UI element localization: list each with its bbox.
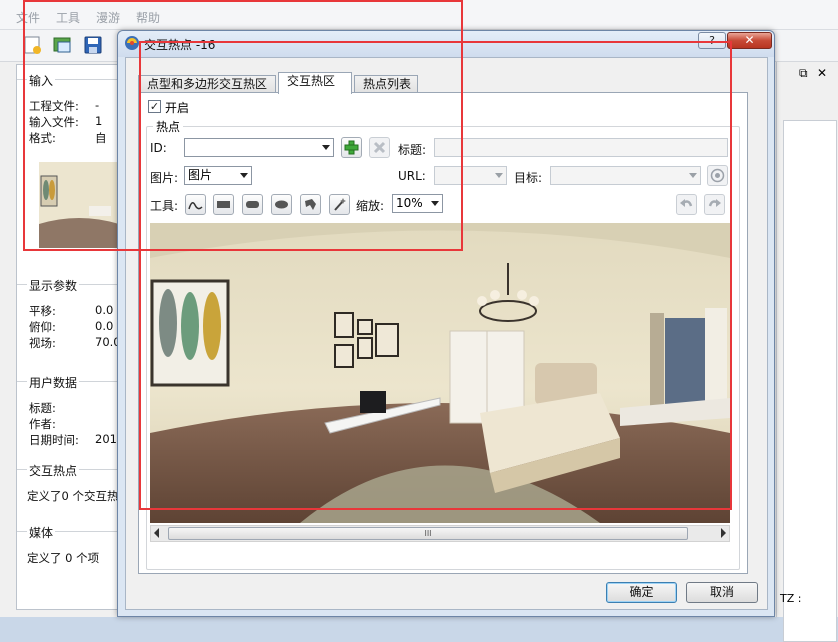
undo-icon xyxy=(680,199,693,207)
url-combo[interactable] xyxy=(434,166,507,185)
user-title-row: 标题: xyxy=(29,401,56,415)
fov-row: 视场: 70.00 xyxy=(29,335,128,350)
hotspot-dialog: 交互热点 -16 ? ✕ 点型和多边形交互热区 交互热区 热点列表 ✓ 开启 热… xyxy=(117,30,775,617)
menu-tools[interactable]: 工具 xyxy=(56,9,80,26)
rectangle-icon xyxy=(217,201,230,208)
delete-x-icon xyxy=(373,141,386,154)
tab-hotspot-areas[interactable]: 交互热区 xyxy=(278,72,352,94)
menu-bar: 文件 工具 漫游 帮助 xyxy=(0,0,838,30)
tool-rectangle[interactable] xyxy=(213,194,234,215)
tool-polygon[interactable] xyxy=(300,194,321,215)
dialog-title: 交互热点 -16 xyxy=(144,38,216,52)
hotspots-summary-group: 交互热点 定义了0 个交互热 xyxy=(17,462,121,503)
close-panel-icon[interactable]: ✕ xyxy=(817,66,827,80)
close-dialog-button[interactable]: ✕ xyxy=(727,32,772,49)
media-group: 媒体 定义了 0 个项 xyxy=(17,524,121,565)
ok-button[interactable]: 确定 xyxy=(606,582,677,603)
hotspot-areas-page: ✓ 开启 热点 ID: 标题: 图片: 图片 URL: 目标: 工具: 缩放: … xyxy=(138,92,748,574)
menu-help[interactable]: 帮助 xyxy=(136,9,160,26)
input-group: 输入 工程文件: - 输入文件: 1 格式: 自 xyxy=(17,72,121,259)
panorama-hscrollbar[interactable]: III xyxy=(150,525,730,542)
display-group: 显示参数 平移: 0.0 俯仰: 0.0 视场: 70.00 xyxy=(17,277,128,350)
hotspots-summary-title: 交互热点 xyxy=(27,462,80,479)
panorama-thumbnail xyxy=(39,162,119,248)
tools-label: 工具: xyxy=(150,199,179,213)
enable-checkbox[interactable]: ✓ xyxy=(148,100,161,113)
tool-curve[interactable] xyxy=(185,194,206,215)
target-combo[interactable] xyxy=(550,166,701,185)
right-panel-content xyxy=(783,120,837,642)
open-icon[interactable] xyxy=(52,34,74,56)
rounded-rectangle-icon xyxy=(246,201,259,208)
input-file-row: 输入文件: 1 xyxy=(29,114,103,129)
undo-button[interactable] xyxy=(676,194,697,215)
id-combo[interactable] xyxy=(184,138,334,157)
id-label: ID: xyxy=(150,141,167,155)
redo-button[interactable] xyxy=(704,194,725,215)
project-file-row: 工程文件: - xyxy=(29,98,100,113)
polygon-icon xyxy=(305,199,316,210)
cancel-button[interactable]: 取消 xyxy=(686,582,758,603)
add-hotspot-button[interactable] xyxy=(341,137,362,158)
tool-ellipse[interactable] xyxy=(271,194,292,215)
scroll-left-arrow[interactable] xyxy=(154,528,159,538)
image-combo[interactable]: 图片 xyxy=(184,166,252,185)
delete-hotspot-button[interactable] xyxy=(369,137,390,158)
menu-file[interactable]: 文件 xyxy=(16,9,40,26)
pan-row: 平移: 0.0 xyxy=(29,303,114,318)
tool-rounded-rectangle[interactable] xyxy=(242,194,263,215)
title-input[interactable] xyxy=(434,138,728,157)
target-label: 目标: xyxy=(514,171,543,185)
app-logo-icon xyxy=(124,35,140,51)
display-group-title: 显示参数 xyxy=(27,277,80,294)
target-icon xyxy=(710,168,725,183)
zoom-label: 缩放: xyxy=(356,199,385,213)
dialog-title-bar[interactable]: 交互热点 -16 ? ✕ xyxy=(118,31,774,57)
right-dock: ⧉ ✕ TZ : xyxy=(776,62,838,642)
panorama-canvas[interactable] xyxy=(150,223,730,523)
media-group-title: 媒体 xyxy=(27,524,56,541)
user-data-group: 用户数据 标题: 作者: 日期时间: 201 xyxy=(17,374,121,447)
dialog-body: 点型和多边形交互热区 交互热区 热点列表 ✓ 开启 热点 ID: 标题: 图片:… xyxy=(125,57,768,610)
ellipse-icon xyxy=(275,200,288,209)
float-panel-icon[interactable]: ⧉ xyxy=(799,66,808,81)
url-label: URL: xyxy=(398,169,426,183)
zoom-combo[interactable]: 10% xyxy=(392,194,443,213)
menu-roam[interactable]: 漫游 xyxy=(96,9,120,26)
curve-icon xyxy=(188,202,203,210)
hotspot-group-title: 热点 xyxy=(153,118,184,135)
user-data-group-title: 用户数据 xyxy=(27,374,80,391)
hotspots-summary-text: 定义了0 个交互热 xyxy=(27,489,119,503)
redo-icon xyxy=(708,199,721,207)
properties-panel: 输入 工程文件: - 输入文件: 1 格式: 自 显示参数 平移: 0.0 俯仰: 0.0… xyxy=(16,64,128,610)
magic-wand-icon xyxy=(334,198,346,211)
scroll-thumb[interactable]: III xyxy=(168,527,688,540)
title-label: 标题: xyxy=(398,143,427,157)
tilt-row: 俯仰: 0.0 xyxy=(29,319,114,334)
hotspot-groupbox: 热点 ID: 标题: 图片: 图片 URL: 目标: 工具: 缩放: 10% I… xyxy=(146,118,740,570)
format-row: 格式: 自 xyxy=(29,131,107,145)
tool-magic-wand[interactable] xyxy=(329,194,350,215)
author-row: 作者: xyxy=(29,417,56,431)
enable-label: 开启 xyxy=(165,101,190,115)
input-group-title: 输入 xyxy=(27,72,56,89)
media-summary-text: 定义了 0 个项 xyxy=(27,551,100,565)
help-button[interactable]: ? xyxy=(698,32,726,49)
tab-point-polygon-hotspots[interactable]: 点型和多边形交互热区 xyxy=(138,75,276,93)
tz-label: TZ : xyxy=(780,592,802,605)
scroll-right-arrow[interactable] xyxy=(721,528,726,538)
target-pick-button[interactable] xyxy=(707,165,728,186)
image-label: 图片: xyxy=(150,171,179,185)
plus-icon xyxy=(344,140,359,155)
save-icon[interactable] xyxy=(82,34,104,56)
tab-hotspot-list[interactable]: 热点列表 xyxy=(354,75,418,93)
panorama-image xyxy=(150,223,730,523)
new-project-icon[interactable] xyxy=(22,34,44,56)
datetime-row: 日期时间: 201 xyxy=(29,432,117,447)
